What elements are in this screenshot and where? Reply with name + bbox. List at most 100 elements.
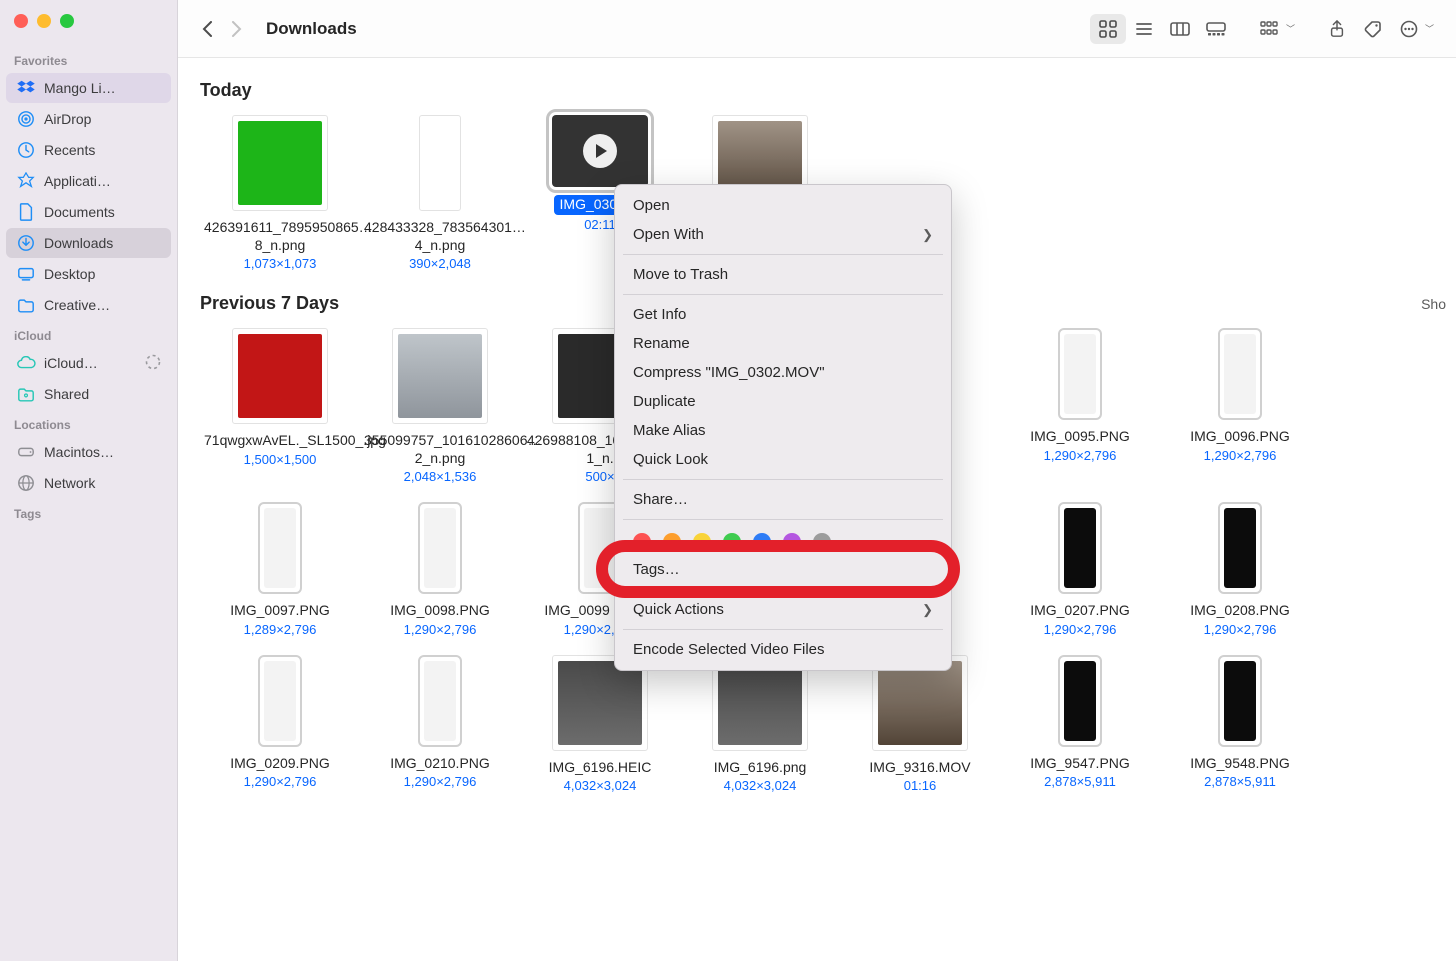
- folder-icon: [16, 295, 36, 315]
- context-menu-item[interactable]: Encode Selected Video Files: [615, 635, 951, 664]
- dropbox-icon: [16, 78, 36, 98]
- file-name: 71qwgxwAvEL._SL1500_.jpg: [204, 432, 356, 450]
- file-item[interactable]: IMG_0209.PNG1,290×2,796: [200, 651, 360, 808]
- zoom-button[interactable]: [60, 14, 74, 28]
- sidebar-item[interactable]: Documents: [6, 197, 171, 227]
- play-icon: [583, 134, 617, 168]
- section-header-previous: Previous 7 Days: [200, 293, 339, 314]
- view-list-button[interactable]: [1126, 14, 1162, 44]
- context-menu-label: Open: [633, 197, 670, 214]
- sidebar-item[interactable]: Downloads: [6, 228, 171, 258]
- view-columns-button[interactable]: [1162, 14, 1198, 44]
- context-menu-item[interactable]: Make Alias: [615, 416, 951, 445]
- share-button[interactable]: [1319, 14, 1355, 44]
- sidebar-item[interactable]: Applicati…: [6, 166, 171, 196]
- context-menu-item[interactable]: Tags…: [615, 555, 951, 584]
- file-item[interactable]: IMG_0095.PNG1,290×2,796: [1000, 324, 1160, 498]
- doc-icon: [16, 202, 36, 222]
- tag-color[interactable]: [753, 533, 771, 551]
- context-menu-label: Tags…: [633, 561, 680, 578]
- back-button[interactable]: [194, 15, 222, 43]
- context-menu-item[interactable]: Get Info: [615, 300, 951, 329]
- sidebar-item[interactable]: Network: [6, 468, 171, 498]
- network-icon: [16, 473, 36, 493]
- sidebar-item[interactable]: Recents: [6, 135, 171, 165]
- context-menu-item[interactable]: Compress "IMG_0302.MOV": [615, 358, 951, 387]
- context-menu-label: Make Alias: [633, 422, 706, 439]
- file-item[interactable]: IMG_9316.MOV01:16: [840, 651, 1000, 808]
- view-gallery-button[interactable]: [1198, 14, 1234, 44]
- minimize-button[interactable]: [37, 14, 51, 28]
- file-item[interactable]: 71qwgxwAvEL._SL1500_.jpg1,500×1,500: [200, 324, 360, 498]
- sidebar-item[interactable]: Macintos…: [6, 437, 171, 467]
- menu-separator: [623, 294, 943, 295]
- file-meta: 500×: [585, 469, 614, 484]
- file-meta: 4,032×3,024: [724, 778, 797, 793]
- context-menu-item[interactable]: Quick Actions❯: [615, 595, 951, 624]
- group-by-button[interactable]: [1252, 14, 1288, 44]
- sidebar-item[interactable]: Mango Li…: [6, 73, 171, 103]
- file-item[interactable]: IMG_0096.PNG1,290×2,796: [1160, 324, 1320, 498]
- context-menu-item[interactable]: Quick Look: [615, 445, 951, 474]
- file-meta: 1,289×2,796: [244, 622, 317, 637]
- menu-separator: [623, 589, 943, 590]
- tag-color[interactable]: [813, 533, 831, 551]
- tag-color[interactable]: [693, 533, 711, 551]
- context-menu-item[interactable]: Move to Trash: [615, 260, 951, 289]
- file-name: 428433328_783564301…4_n.png: [364, 219, 516, 254]
- file-item[interactable]: 355099757_10161028606…2_n.png2,048×1,536: [360, 324, 520, 498]
- context-menu-label: Open With: [633, 226, 704, 243]
- menu-separator: [623, 519, 943, 520]
- chevron-down-icon: ﹀: [1286, 22, 1295, 35]
- close-button[interactable]: [14, 14, 28, 28]
- view-icons-button[interactable]: [1090, 14, 1126, 44]
- sidebar-item[interactable]: AirDrop: [6, 104, 171, 134]
- context-menu: Open Open With❯ Move to Trash Get Info Renam…: [614, 184, 952, 671]
- context-menu-label: Get Info: [633, 306, 686, 323]
- sidebar: FavoritesMango Li…AirDropRecentsApplicat…: [0, 0, 178, 961]
- file-item[interactable]: IMG_0207.PNG1,290×2,796: [1000, 498, 1160, 651]
- tag-color[interactable]: [633, 533, 651, 551]
- sidebar-item[interactable]: Shared: [6, 379, 171, 409]
- file-meta: 2,878×5,911: [1204, 774, 1276, 789]
- file-name: IMG_0208.PNG: [1190, 602, 1290, 620]
- file-meta: 2,048×1,536: [404, 469, 477, 484]
- file-name: IMG_6196.HEIC: [549, 759, 652, 777]
- file-item[interactable]: 428433328_783564301…4_n.png390×2,048: [360, 111, 520, 285]
- context-menu-label: Encode Selected Video Files: [633, 641, 825, 658]
- tag-color[interactable]: [783, 533, 801, 551]
- sidebar-item[interactable]: Desktop: [6, 259, 171, 289]
- context-menu-item[interactable]: Open With❯: [615, 220, 951, 249]
- file-item[interactable]: IMG_0210.PNG1,290×2,796: [360, 651, 520, 808]
- tag-color[interactable]: [723, 533, 741, 551]
- sidebar-section-header: Tags: [0, 499, 177, 525]
- sidebar-item-label: Creative…: [44, 297, 161, 313]
- context-menu-item[interactable]: Rename: [615, 329, 951, 358]
- airdrop-icon: [16, 109, 36, 129]
- sidebar-item[interactable]: iCloud…: [6, 348, 171, 378]
- file-item[interactable]: IMG_0098.PNG1,290×2,796: [360, 498, 520, 651]
- file-item[interactable]: IMG_6196.HEIC4,032×3,024: [520, 651, 680, 808]
- context-menu-item[interactable]: Open: [615, 191, 951, 220]
- context-menu-label: Duplicate: [633, 393, 696, 410]
- context-menu-item[interactable]: Share…: [615, 485, 951, 514]
- action-menu-button[interactable]: [1391, 14, 1427, 44]
- file-item[interactable]: IMG_9547.PNG2,878×5,911: [1000, 651, 1160, 808]
- file-item[interactable]: 426391611_7895950865…8_n.png1,073×1,073: [200, 111, 360, 285]
- sidebar-item[interactable]: Creative…: [6, 290, 171, 320]
- file-name: IMG_0209.PNG: [230, 755, 330, 773]
- sidebar-item-label: iCloud…: [44, 355, 137, 371]
- show-more-link[interactable]: Sho: [1421, 296, 1446, 312]
- sidebar-section-header: Favorites: [0, 46, 177, 72]
- tags-button[interactable]: [1355, 14, 1391, 44]
- file-item[interactable]: IMG_0097.PNG1,289×2,796: [200, 498, 360, 651]
- tag-color[interactable]: [663, 533, 681, 551]
- file-meta: 01:16: [904, 778, 937, 793]
- context-menu-label: Rename: [633, 335, 690, 352]
- file-item[interactable]: IMG_9548.PNG2,878×5,911: [1160, 651, 1320, 808]
- tag-color-row: [615, 525, 951, 555]
- context-menu-item[interactable]: Duplicate: [615, 387, 951, 416]
- file-item[interactable]: IMG_0208.PNG1,290×2,796: [1160, 498, 1320, 651]
- forward-button[interactable]: [222, 15, 250, 43]
- file-item[interactable]: IMG_6196.png4,032×3,024: [680, 651, 840, 808]
